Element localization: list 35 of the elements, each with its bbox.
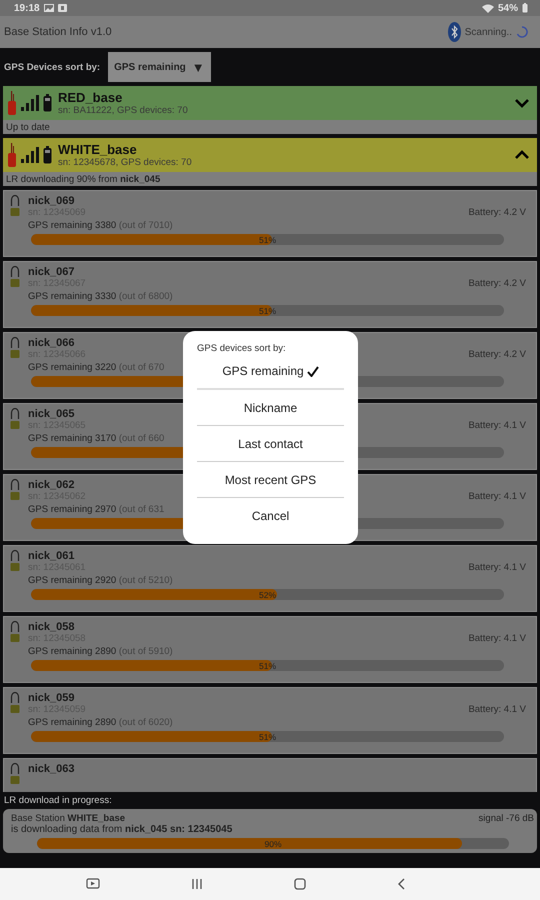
station-text: Base Station WHITE_base	[11, 813, 126, 824]
device-name: nick_065	[28, 408, 74, 420]
clock-time: 19:18	[14, 2, 40, 14]
progress-percent: 90%	[264, 838, 282, 848]
device-name: nick_067	[28, 266, 74, 278]
battery-voltage: Battery: 4.1 V	[468, 420, 526, 431]
battery-voltage: Battery: 4.2 V	[468, 278, 526, 289]
battery-voltage: Battery: 4.1 V	[468, 491, 526, 502]
device-name: nick_063	[28, 763, 74, 775]
dialog-title: GPS devices sort by:	[197, 343, 287, 354]
sort-label: GPS Devices sort by:	[4, 62, 100, 72]
device-name: nick_061	[28, 550, 74, 562]
battery-voltage: Battery: 4.1 V	[468, 633, 526, 644]
app-title: Base Station Info v1.0	[4, 26, 112, 38]
progress-percent: 52%	[258, 590, 276, 600]
device-name: nick_058	[28, 621, 74, 633]
battery-voltage: Battery: 4.2 V	[468, 207, 526, 218]
device-name: nick_066	[28, 337, 74, 349]
battery-voltage: Battery: 4.1 V	[468, 704, 526, 715]
signal-strength: signal -76 dB	[478, 813, 534, 824]
base-station-name: WHITE_base	[58, 142, 138, 157]
battery-voltage: Battery: 4.1 V	[468, 562, 526, 573]
base-station-details: sn: BA11222, GPS devices: 70	[58, 105, 189, 116]
panel-heading: LR download in progress:	[3, 794, 113, 808]
base-station-status: LR downloading 90% from nick_045	[6, 174, 160, 184]
device-name: nick_062	[28, 479, 74, 491]
base-station-status: Up to date	[6, 122, 50, 132]
device-name: nick_059	[28, 692, 74, 704]
battery-voltage: Battery: 4.2 V	[468, 349, 526, 360]
download-source: is downloading data from nick_045 sn: 12345045	[11, 824, 234, 835]
base-station-name: RED_base	[58, 90, 124, 105]
battery-percent: 54%	[498, 2, 518, 14]
base-station-details: sn: 12345678, GPS devices: 70	[58, 157, 193, 168]
device-name: nick_069	[28, 195, 74, 207]
scan-status: Scanning..	[464, 26, 512, 38]
